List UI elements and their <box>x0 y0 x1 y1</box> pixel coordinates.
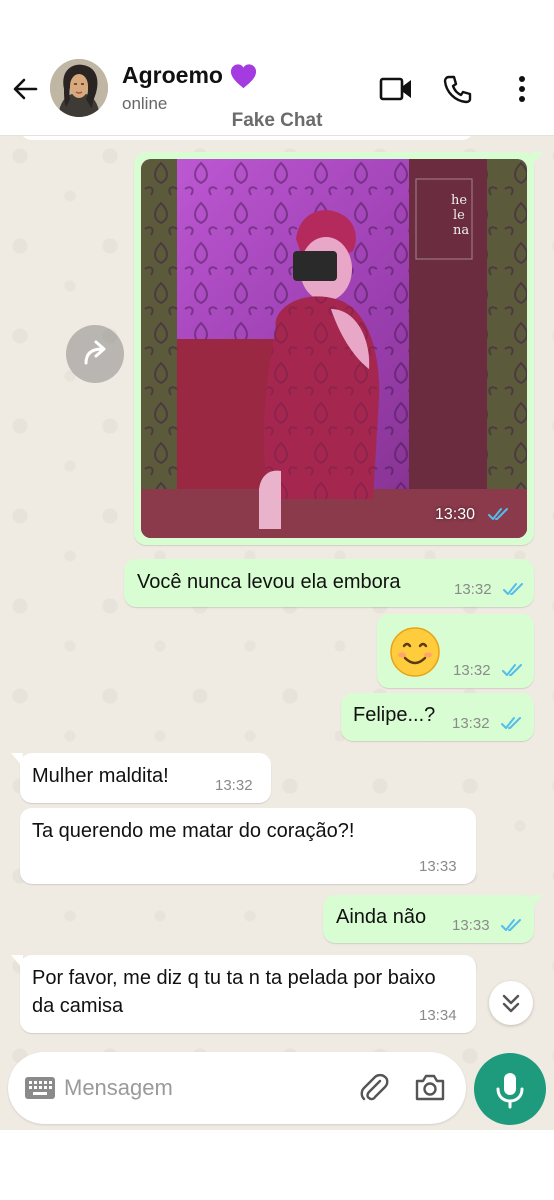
message-bubble[interactable]: Você nunca levou ela embora 13:32 <box>124 559 534 607</box>
bottom-area <box>0 1130 554 1200</box>
message-bubble[interactable]: Por favor, me diz q tu ta n ta pelada po… <box>11 955 476 1033</box>
contact-name[interactable]: Agroemo <box>122 62 223 89</box>
message-timestamp: 13:33 <box>452 917 490 934</box>
contact-avatar[interactable] <box>50 59 108 117</box>
message-timestamp: 13:32 <box>453 662 491 679</box>
read-check-icon <box>503 583 523 595</box>
read-check-icon <box>488 508 508 520</box>
message-input[interactable] <box>64 1068 344 1108</box>
emoji-message-bubble[interactable]: 13:32 <box>377 614 534 688</box>
message-timestamp: 13:32 <box>452 715 490 732</box>
image-message[interactable]: he le na 13:30 <box>134 152 543 545</box>
fake-chat-watermark: Fake Chat <box>231 110 323 131</box>
message-bubble[interactable]: Ta querendo me matar do coração?! 13:33 <box>20 808 476 884</box>
video-call-icon[interactable] <box>379 76 413 102</box>
message-text: Mulher maldita! <box>32 765 169 787</box>
message-text: Por favor, me diz q tu ta n ta pelada po… <box>32 967 436 1017</box>
more-options-icon[interactable] <box>510 74 534 104</box>
svg-text:le: le <box>453 208 465 223</box>
svg-text:he: he <box>451 193 467 208</box>
message-composer <box>8 1052 466 1124</box>
scroll-to-bottom-button[interactable] <box>489 981 533 1025</box>
svg-text:na: na <box>453 223 469 238</box>
purple-heart-icon <box>230 64 257 89</box>
microphone-icon <box>496 1073 524 1109</box>
read-check-icon <box>502 664 522 676</box>
message-timestamp: 13:33 <box>419 858 457 875</box>
read-check-icon <box>501 919 521 931</box>
message-bubble[interactable]: Mulher maldita! 13:32 <box>11 753 271 803</box>
message-text: Felipe...? <box>353 704 436 726</box>
message-bubble[interactable]: Ainda não 13:33 <box>323 895 543 943</box>
message-text: Ta querendo me matar do coração?! <box>32 820 355 842</box>
double-chevron-down-icon <box>502 994 520 1013</box>
message-text: Você nunca levou ela embora <box>137 571 401 593</box>
message-timestamp: 13:34 <box>419 1007 457 1024</box>
forward-button[interactable] <box>66 325 124 383</box>
phone-call-icon[interactable] <box>443 74 473 104</box>
microphone-button[interactable] <box>474 1053 546 1125</box>
forward-icon <box>84 340 106 365</box>
message-timestamp: 13:32 <box>215 777 253 794</box>
chat-area[interactable]: he le na 13:30 Você nunca levou ela embo… <box>0 136 554 1130</box>
message-bubble[interactable]: Felipe...? 13:32 <box>341 693 534 741</box>
read-check-icon <box>501 717 521 729</box>
shared-photo[interactable]: he le na 13:30 <box>141 159 527 538</box>
previous-message-edge <box>20 136 474 140</box>
message-timestamp: 13:32 <box>454 581 492 598</box>
smiling-emoji-icon <box>390 627 440 677</box>
keyboard-icon[interactable] <box>24 1076 56 1100</box>
status-bar-area <box>0 0 554 50</box>
camera-icon[interactable] <box>414 1072 446 1102</box>
back-arrow-icon[interactable] <box>10 74 40 104</box>
image-timestamp: 13:30 <box>434 506 475 523</box>
paperclip-icon[interactable] <box>358 1072 390 1104</box>
message-text: Ainda não <box>336 906 427 928</box>
